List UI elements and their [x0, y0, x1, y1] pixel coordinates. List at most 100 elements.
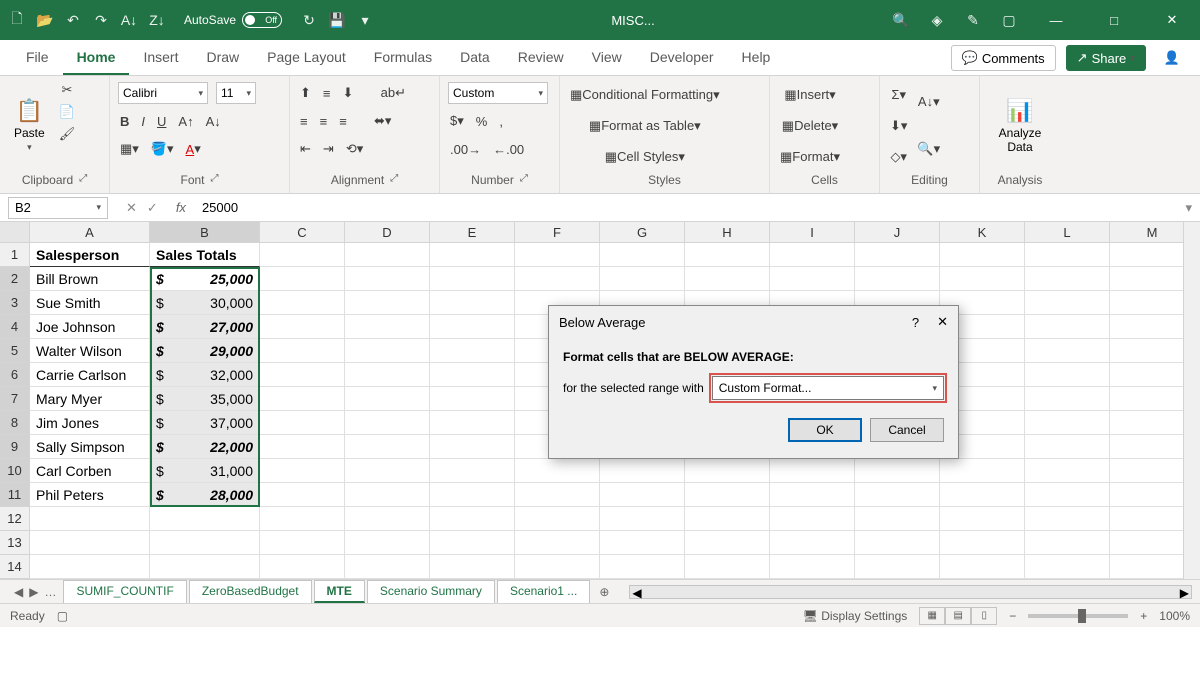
cell[interactable]: [430, 387, 515, 411]
cell[interactable]: [940, 531, 1025, 555]
column-header[interactable]: D: [345, 222, 430, 242]
increase-decimal-icon[interactable]: .00→: [448, 140, 483, 159]
column-header[interactable]: F: [515, 222, 600, 242]
cell[interactable]: [855, 483, 940, 507]
copy-button[interactable]: 📄: [57, 102, 78, 122]
cell[interactable]: [1025, 363, 1110, 387]
cell[interactable]: [345, 531, 430, 555]
number-format-select[interactable]: Custom▾: [448, 82, 548, 104]
sheet-tab[interactable]: MTE: [314, 580, 365, 603]
cell[interactable]: [430, 267, 515, 291]
cell[interactable]: Jim Jones: [30, 411, 150, 435]
cell[interactable]: [345, 267, 430, 291]
clear-button[interactable]: ◇▾: [888, 147, 909, 167]
cell[interactable]: [345, 483, 430, 507]
tab-developer[interactable]: Developer: [636, 41, 728, 75]
cell[interactable]: [685, 555, 770, 579]
cell[interactable]: [685, 459, 770, 483]
fill-button[interactable]: ⬇▾: [888, 116, 909, 136]
row-header[interactable]: 7: [0, 387, 30, 411]
normal-view-button[interactable]: ▦: [919, 607, 945, 625]
cell[interactable]: [430, 315, 515, 339]
zoom-level[interactable]: 100%: [1159, 609, 1190, 623]
percent-button[interactable]: %: [474, 112, 490, 131]
align-right-icon[interactable]: ≡: [337, 112, 349, 131]
account-icon[interactable]: 👤: [1156, 50, 1188, 66]
row-header[interactable]: 11: [0, 483, 30, 507]
font-size-select[interactable]: 11▾: [216, 82, 256, 104]
tab-draw[interactable]: Draw: [192, 41, 253, 75]
vertical-scrollbar[interactable]: [1183, 222, 1200, 579]
cell[interactable]: [150, 555, 260, 579]
cell[interactable]: [260, 435, 345, 459]
formula-input[interactable]: 25000: [194, 200, 1178, 215]
row-header[interactable]: 12: [0, 507, 30, 531]
row-header[interactable]: 14: [0, 555, 30, 579]
alignment-launcher-icon[interactable]: ⤢: [390, 173, 398, 187]
cell[interactable]: [770, 483, 855, 507]
tab-data[interactable]: Data: [446, 41, 504, 75]
cell[interactable]: [685, 267, 770, 291]
sheet-tab[interactable]: Scenario Summary: [367, 580, 495, 603]
row-header[interactable]: 6: [0, 363, 30, 387]
increase-indent-icon[interactable]: ⇥: [321, 139, 336, 159]
column-header[interactable]: A: [30, 222, 150, 242]
cell[interactable]: [1025, 507, 1110, 531]
cell[interactable]: $32,000: [150, 363, 260, 387]
cell[interactable]: $22,000: [150, 435, 260, 459]
cell[interactable]: [855, 531, 940, 555]
cell[interactable]: [1025, 315, 1110, 339]
cell[interactable]: [30, 507, 150, 531]
sheet-nav-more-icon[interactable]: …: [44, 585, 56, 599]
cell[interactable]: Phil Peters: [30, 483, 150, 507]
display-settings-button[interactable]: 🖥 Display Settings: [803, 609, 908, 623]
fill-color-button[interactable]: 🪣▾: [149, 139, 176, 159]
cell[interactable]: [430, 483, 515, 507]
cell[interactable]: [260, 459, 345, 483]
cell[interactable]: Carrie Carlson: [30, 363, 150, 387]
cell[interactable]: [260, 531, 345, 555]
number-launcher-icon[interactable]: ⤢: [520, 173, 528, 187]
sheet-nav-prev-icon[interactable]: ◀: [14, 585, 23, 599]
row-header[interactable]: 9: [0, 435, 30, 459]
column-header[interactable]: J: [855, 222, 940, 242]
cell[interactable]: [345, 315, 430, 339]
cell[interactable]: [430, 291, 515, 315]
cell[interactable]: [430, 339, 515, 363]
analyze-data-button[interactable]: 📊Analyze Data: [988, 80, 1052, 171]
cell[interactable]: [430, 363, 515, 387]
cell[interactable]: [30, 555, 150, 579]
cell[interactable]: [600, 531, 685, 555]
diamond-icon[interactable]: ◈: [928, 11, 946, 29]
cell[interactable]: [260, 411, 345, 435]
cell[interactable]: [515, 483, 600, 507]
cell[interactable]: [345, 435, 430, 459]
find-select-button[interactable]: 🔍▾: [915, 139, 942, 159]
cell[interactable]: [855, 555, 940, 579]
comma-button[interactable]: ,: [497, 112, 505, 131]
search-icon[interactable]: 🔍: [892, 11, 910, 29]
align-left-icon[interactable]: ≡: [298, 112, 310, 131]
dialog-help-button[interactable]: ?: [912, 315, 919, 330]
tab-file[interactable]: File: [12, 41, 63, 75]
cell[interactable]: Joe Johnson: [30, 315, 150, 339]
row-header[interactable]: 3: [0, 291, 30, 315]
sheet-tab[interactable]: SUMIF_COUNTIF: [63, 580, 186, 603]
dialog-close-button[interactable]: ✕: [937, 314, 948, 330]
cell[interactable]: [600, 267, 685, 291]
cell[interactable]: Walter Wilson: [30, 339, 150, 363]
macro-record-icon[interactable]: ▢: [57, 609, 68, 623]
cell[interactable]: [515, 459, 600, 483]
autosave-toggle[interactable]: AutoSave Off: [184, 12, 282, 28]
row-header[interactable]: 2: [0, 267, 30, 291]
cell[interactable]: Sales Totals: [150, 243, 260, 267]
decrease-decimal-icon[interactable]: ←.00: [491, 140, 526, 159]
cell[interactable]: [940, 459, 1025, 483]
cell[interactable]: $37,000: [150, 411, 260, 435]
cell[interactable]: [345, 555, 430, 579]
cancel-formula-icon[interactable]: ✕: [126, 200, 137, 216]
cell[interactable]: [345, 459, 430, 483]
tab-view[interactable]: View: [578, 41, 636, 75]
sort-asc-icon[interactable]: A↓: [120, 11, 138, 29]
row-header[interactable]: 10: [0, 459, 30, 483]
